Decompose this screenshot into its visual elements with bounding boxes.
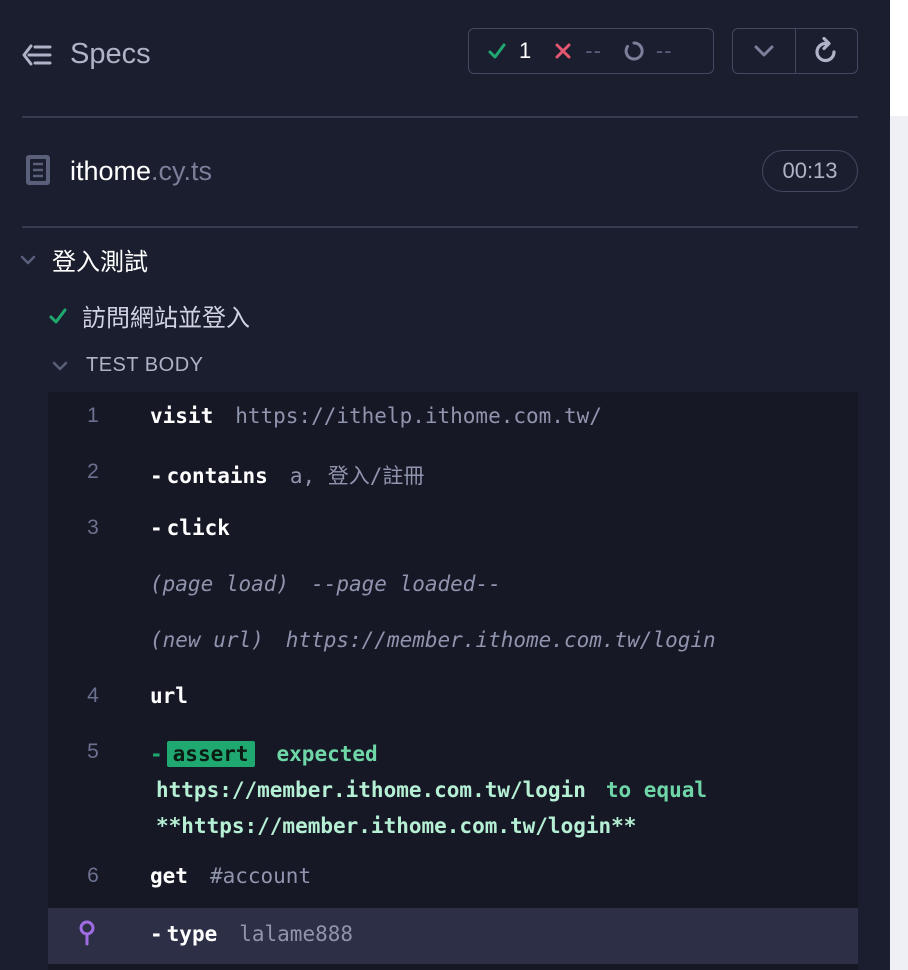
command-number: 4 <box>87 684 99 707</box>
test-header[interactable]: 訪問網站並登入 <box>48 298 250 333</box>
command-row-type-pinned[interactable]: - type lalame888 <box>48 908 858 964</box>
pin-icon <box>79 920 95 946</box>
command-message: lalame888 <box>239 922 354 946</box>
spec-file-row: ithome.cy.ts 00:13 <box>22 150 858 196</box>
failed-stat: -- <box>553 38 602 64</box>
spec-file-extension: .cy.ts <box>151 156 213 186</box>
reporter-header: Specs 1 -- -- <box>22 28 858 76</box>
chevron-down-icon <box>754 45 774 57</box>
pending-count: -- <box>655 38 673 63</box>
test-stats: 1 -- -- <box>468 28 714 74</box>
command-name: get <box>150 864 188 888</box>
spec-file-basename: ithome <box>70 156 152 186</box>
assert-actual-value: https://member.ithome.com.tw/login <box>156 778 586 802</box>
command-number: 1 <box>87 404 99 427</box>
rerun-button[interactable] <box>796 29 858 73</box>
child-command-dash: - <box>150 516 163 540</box>
child-command-dash: - <box>150 922 163 946</box>
x-icon <box>555 43 571 59</box>
passed-stat: 1 <box>487 38 531 64</box>
command-message: a, 登入/註冊 <box>289 464 425 488</box>
check-icon <box>488 43 506 59</box>
app-preview-gutter <box>890 116 908 970</box>
event-name: (page load) <box>150 572 290 596</box>
assert-expected: expected <box>276 742 378 766</box>
assert-operator: to equal <box>605 778 708 802</box>
command-name: url <box>150 684 188 708</box>
test-body-header[interactable]: TEST BODY <box>52 354 204 377</box>
runner-controls <box>732 28 858 74</box>
child-command-dash: - <box>150 742 163 766</box>
command-row-assert[interactable]: 5 - assert expected https://member.ithome.… <box>48 740 858 840</box>
chevron-down-icon <box>20 255 36 264</box>
passed-count: 1 <box>519 38 532 63</box>
command-name: click <box>166 516 230 540</box>
failed-count: -- <box>585 38 602 63</box>
command-message: https://ithelp.ithome.com.tw/ <box>235 404 602 428</box>
command-name: visit <box>150 404 214 428</box>
suite-header[interactable]: 登入測試 <box>20 242 148 277</box>
command-number: 2 <box>87 460 99 483</box>
test-body-label: TEST BODY <box>86 354 204 376</box>
duration-badge: 00:13 <box>762 150 858 192</box>
event-message: https://member.ithome.com.tw/login <box>285 628 716 652</box>
command-message: #account <box>209 864 312 888</box>
pending-spinner-icon <box>624 41 644 61</box>
check-icon <box>49 308 67 323</box>
document-icon <box>26 155 50 185</box>
header-divider <box>22 116 858 118</box>
file-divider <box>22 226 858 228</box>
event-message: --page loaded-- <box>311 572 501 596</box>
command-number: 5 <box>87 740 99 763</box>
assert-badge: assert <box>166 741 255 767</box>
refresh-icon <box>815 37 836 63</box>
spec-file-name[interactable]: ithome.cy.ts <box>70 156 212 187</box>
command-number: 3 <box>87 516 99 539</box>
event-name: (new url) <box>150 628 264 652</box>
assert-expected-value: **https://member.ithome.com.tw/login** <box>156 814 637 838</box>
test-title: 訪問網站並登入 <box>82 305 250 332</box>
command-name: contains <box>166 464 268 488</box>
app-preview-area <box>890 0 908 116</box>
chevron-down-icon <box>52 361 68 370</box>
child-command-dash: - <box>150 464 163 488</box>
specs-back-link[interactable]: Specs <box>22 38 151 71</box>
suite-title: 登入測試 <box>52 249 148 276</box>
specs-label: Specs <box>70 38 151 70</box>
back-list-icon <box>22 44 52 65</box>
command-name: type <box>166 922 218 946</box>
pending-stat: -- <box>624 38 673 64</box>
command-number: 6 <box>87 864 99 887</box>
collapse-button[interactable] <box>733 29 796 73</box>
command-log: 1 visit https://ithelp.ithome.com.tw/ 2 -… <box>48 392 858 970</box>
